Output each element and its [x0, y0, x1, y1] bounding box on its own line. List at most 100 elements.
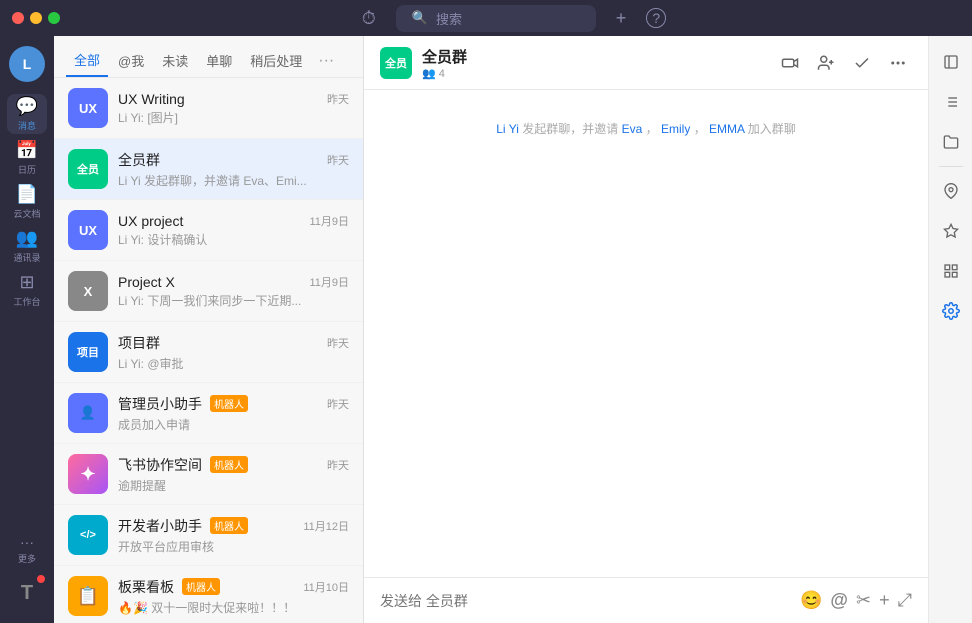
feishu-icon: ✦ [80, 464, 95, 485]
chat-info-kanban: 板栗看板 机器人 11月10日 🔥🎉 双十一限时大促来啦！！！ [118, 577, 349, 616]
chat-info-admin-bot: 管理员小助手 机器人 昨天 成员加入申请 [118, 394, 349, 433]
chat-item-dev-bot[interactable]: </> 开发者小助手 机器人 11月12日 开放平台应用审核 [54, 505, 363, 566]
expand-button[interactable]: ⤢ [898, 590, 912, 611]
search-bar[interactable]: 🔍 搜索 [396, 5, 596, 32]
sidebar-divider [939, 166, 963, 167]
robot-badge-9: 机器人 [182, 578, 220, 595]
close-button[interactable] [12, 12, 24, 24]
chat-item-project-x[interactable]: X Project X 11月9日 Li Yi: 下周一我们来同步一下近期... [54, 261, 363, 322]
cut-button[interactable]: ✂ [856, 590, 871, 611]
add-member-button[interactable] [812, 49, 840, 77]
chat-preview-6: 成员加入申请 [118, 416, 349, 433]
kanban-icon: 📋 [77, 586, 99, 607]
chat-title-row-4: Project X 11月9日 [118, 274, 349, 290]
add-tab-button[interactable]: + [616, 8, 627, 29]
add-attachment-button[interactable]: + [879, 590, 890, 611]
chat-preview-2: Li Yi 发起群聊，并邀请 Eva、Emi... [118, 172, 349, 189]
chat-title-row-9: 板栗看板 机器人 11月10日 [118, 577, 349, 597]
chat-info-ux-writing: UX Writing 昨天 Li Yi: [图片] [118, 91, 349, 126]
star-button[interactable] [935, 215, 967, 247]
chat-time-8: 11月12日 [303, 518, 349, 534]
chat-item-admin-bot[interactable]: 👤 管理员小助手 机器人 昨天 成员加入申请 [54, 383, 363, 444]
chat-header-actions [776, 49, 912, 77]
history-button[interactable]: ⏱ [362, 8, 376, 29]
system-message: Li Yi 发起群聊，并邀请 Eva ， Emily ， EMMA 加入群聊 [384, 120, 908, 137]
sidebar-item-more[interactable]: ··· 更多 [7, 529, 47, 569]
chat-name-3: UX project [118, 213, 183, 229]
chat-item-ux-writing[interactable]: UX UX Writing 昨天 Li Yi: [图片] [54, 78, 363, 139]
me-badge [37, 575, 45, 583]
help-button[interactable]: ? [646, 8, 666, 28]
chat-item-ux-project[interactable]: UX UX project 11月9日 Li Yi: 设计稿确认 [54, 200, 363, 261]
chat-avatar-admin-bot: 👤 [68, 393, 108, 433]
minimize-button[interactable] [30, 12, 42, 24]
sidebar-item-docs[interactable]: 📄 云文档 [7, 182, 47, 222]
grid-button[interactable] [935, 255, 967, 287]
compose-button[interactable] [935, 46, 967, 78]
chat-name-2: 全员群 [118, 150, 160, 170]
sidebar-item-calendar[interactable]: 📅 日历 [7, 138, 47, 178]
chat-name-4: Project X [118, 274, 175, 290]
sidebar-item-contacts[interactable]: 👥 通讯录 [7, 226, 47, 266]
contacts-icon: 👥 [16, 228, 38, 249]
pin-button[interactable] [935, 175, 967, 207]
sidebar-item-workspace[interactable]: ⊞ 工作台 [7, 270, 47, 310]
chat-time-6: 昨天 [327, 396, 349, 412]
chat-time-5: 昨天 [327, 335, 349, 351]
chat-preview-5: Li Yi: @审批 [118, 355, 349, 372]
contacts-label: 通讯录 [13, 251, 40, 264]
chat-item-project-group[interactable]: 项目 项目群 昨天 Li Yi: @审批 [54, 322, 363, 383]
docs-label: 云文档 [13, 207, 40, 220]
input-actions: 😊 @ ✂ + ⤢ [800, 590, 912, 611]
more-icon: ··· [20, 534, 34, 550]
tab-all[interactable]: 全部 [66, 44, 108, 77]
folder-button[interactable] [935, 126, 967, 158]
video-call-button[interactable] [776, 49, 804, 77]
workspace-label: 工作台 [13, 295, 40, 308]
me-icon: T [21, 582, 33, 605]
me-wrapper: T [7, 573, 47, 613]
chat-avatar-project-group: 项目 [68, 332, 108, 372]
chat-preview-7: 逾期提醒 [118, 477, 349, 494]
at-button[interactable]: @ [830, 590, 848, 611]
system-msg-emily: Emily [661, 122, 690, 136]
chat-preview-4: Li Yi: 下周一我们来同步一下近期... [118, 292, 349, 309]
message-input[interactable] [380, 593, 792, 609]
chat-info-dev-bot: 开发者小助手 机器人 11月12日 开放平台应用审核 [118, 516, 349, 555]
chat-info-all-group: 全员群 昨天 Li Yi 发起群聊，并邀请 Eva、Emi... [118, 150, 349, 189]
tab-more[interactable]: ··· [312, 48, 340, 74]
chat-avatar-kanban: 📋 [68, 576, 108, 616]
search-icon: 🔍 [412, 10, 428, 26]
sidebar-item-message[interactable]: 💬 消息 [7, 94, 47, 134]
list-button[interactable] [935, 86, 967, 118]
done-button[interactable] [848, 49, 876, 77]
right-sidebar [928, 36, 972, 623]
message-label: 消息 [18, 119, 36, 132]
more-options-button[interactable] [884, 49, 912, 77]
more-wrapper: ··· 更多 [7, 529, 47, 569]
tab-at[interactable]: @我 [110, 45, 152, 76]
chat-time-9: 11月10日 [303, 579, 349, 595]
tab-unread[interactable]: 未读 [154, 45, 196, 76]
maximize-button[interactable] [48, 12, 60, 24]
user-avatar[interactable]: L [9, 46, 45, 82]
settings-button[interactable] [935, 295, 967, 327]
robot-badge-8: 机器人 [210, 517, 248, 534]
tab-single[interactable]: 单聊 [198, 45, 240, 76]
chat-item-all-group[interactable]: 全员 全员群 昨天 Li Yi 发起群聊，并邀请 Eva、Emi... [54, 139, 363, 200]
tab-later[interactable]: 稍后处理 [242, 45, 310, 76]
chat-title-row-7: 飞书协作空间 机器人 昨天 [118, 455, 349, 475]
chat-time-4: 11月9日 [309, 274, 349, 290]
chat-info-ux-project: UX project 11月9日 Li Yi: 设计稿确认 [118, 213, 349, 248]
emoji-button[interactable]: 😊 [800, 590, 822, 611]
chat-main: 全员 全员群 👥 4 [364, 36, 928, 623]
chat-title-row: UX Writing 昨天 [118, 91, 349, 107]
system-msg-eva: Eva [622, 122, 643, 136]
chat-list: UX UX Writing 昨天 Li Yi: [图片] 全员 全员群 [54, 78, 363, 623]
chat-item-feishu-space[interactable]: ✦ 飞书协作空间 机器人 昨天 逾期提醒 [54, 444, 363, 505]
system-msg-li-yi: Li Yi [496, 122, 519, 136]
chat-info-project-x: Project X 11月9日 Li Yi: 下周一我们来同步一下近期... [118, 274, 349, 309]
title-bar-center: ⏱ 🔍 搜索 + ? [68, 5, 960, 32]
chat-item-kanban[interactable]: 📋 板栗看板 机器人 11月10日 🔥🎉 双十一限时大促来啦！！！ [54, 566, 363, 623]
workspace-icon: ⊞ [19, 272, 34, 293]
